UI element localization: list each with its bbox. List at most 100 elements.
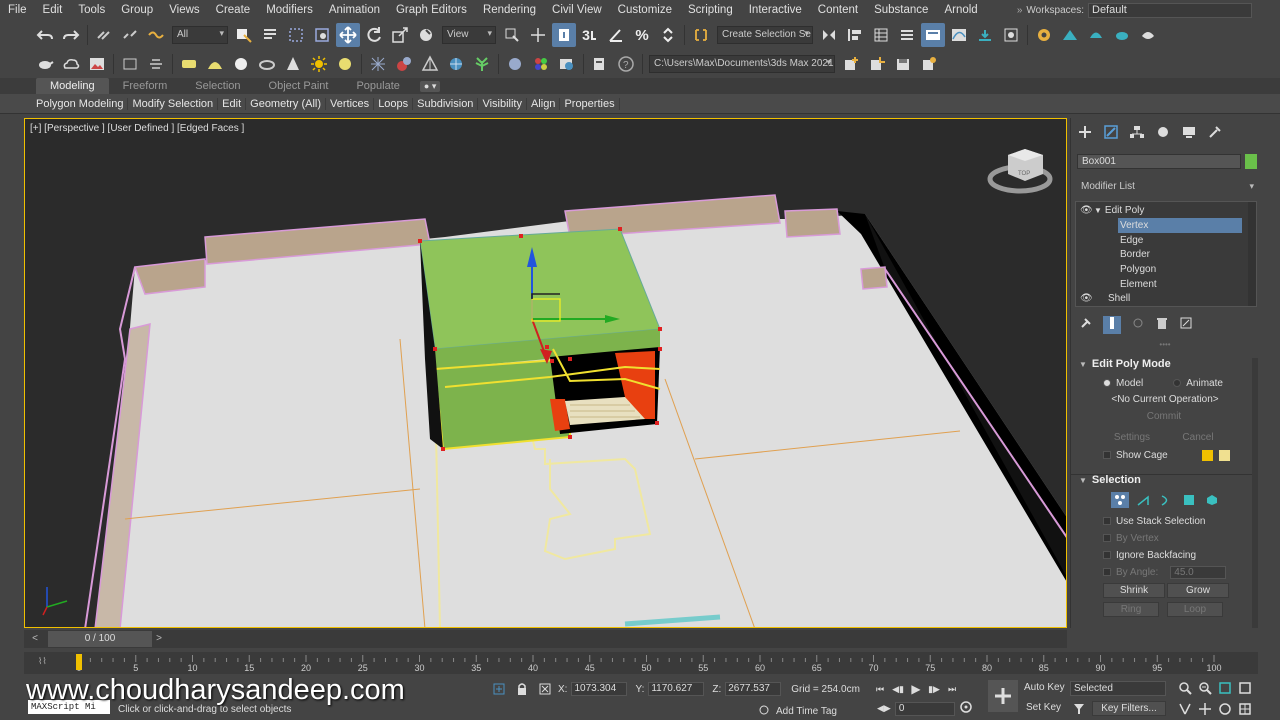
tab-populate[interactable]: Populate xyxy=(342,78,413,94)
save-project-icon[interactable] xyxy=(891,52,915,76)
menu-interactive[interactable]: Interactive xyxy=(741,4,810,16)
menu-file[interactable]: File xyxy=(0,4,35,16)
undo-icon[interactable] xyxy=(33,23,57,47)
menu-civil-view[interactable]: Civil View xyxy=(544,4,610,16)
edge-level-icon[interactable] xyxy=(1134,492,1152,508)
expand-triangle-icon[interactable]: ▼ xyxy=(1094,206,1102,215)
go-to-start-icon[interactable]: ⏮ xyxy=(873,682,887,696)
show-end-result-icon[interactable] xyxy=(1103,316,1121,334)
render-in-cloud-icon[interactable] xyxy=(1110,23,1134,47)
render-setup-icon[interactable] xyxy=(1032,23,1056,47)
link-icon[interactable] xyxy=(92,23,116,47)
menu-group[interactable]: Group xyxy=(113,4,161,16)
zoom-icon[interactable] xyxy=(1178,681,1198,698)
pin-stack-icon[interactable] xyxy=(1079,316,1093,334)
grow-button[interactable]: Grow xyxy=(1167,583,1229,598)
menu-modifiers[interactable]: Modifiers xyxy=(258,4,321,16)
project-settings-icon[interactable] xyxy=(917,52,941,76)
keyboard-shortcut-override-icon[interactable] xyxy=(552,23,576,47)
ribbon-options-icon[interactable]: ● ▾ xyxy=(419,80,441,92)
field-of-view-icon[interactable] xyxy=(1178,702,1198,719)
shrink-button[interactable]: Shrink xyxy=(1103,583,1165,598)
foliage-icon[interactable] xyxy=(470,52,494,76)
stack-scrollbar[interactable] xyxy=(1248,202,1256,306)
render-preview-icon[interactable] xyxy=(555,52,579,76)
menu-arnold[interactable]: Arnold xyxy=(936,4,985,16)
cloud-icon[interactable] xyxy=(59,52,83,76)
stack-item-polygon[interactable]: Polygon xyxy=(1118,262,1242,277)
angle-snap-icon[interactable] xyxy=(604,23,628,47)
time-configuration-icon[interactable] xyxy=(959,700,973,717)
element-level-icon[interactable] xyxy=(1203,492,1221,508)
settings-button[interactable]: Settings xyxy=(1101,431,1163,446)
geosphere-icon[interactable] xyxy=(444,52,468,76)
menu-customize[interactable]: Customize xyxy=(610,4,680,16)
wall-segment[interactable] xyxy=(784,208,841,238)
sky-dome-icon[interactable] xyxy=(333,52,357,76)
edit-poly-box-top[interactable] xyxy=(419,228,661,350)
viewcube-icon[interactable]: TOP xyxy=(987,149,1053,194)
stack-item-border[interactable]: Border xyxy=(1118,247,1242,262)
toggle-layer-explorer-icon[interactable] xyxy=(895,23,919,47)
cage-selected-color-swatch[interactable] xyxy=(1218,450,1230,461)
display-tab-icon[interactable] xyxy=(1181,124,1197,144)
previous-frame-icon[interactable]: ◀▮ xyxy=(891,682,905,696)
rollout-header[interactable]: ▼ Edit Poly Mode xyxy=(1079,358,1258,370)
make-unique-icon[interactable] xyxy=(1131,316,1145,334)
selection-filter-dropdown[interactable]: All xyxy=(172,26,228,44)
edit-named-selection-icon[interactable] xyxy=(689,23,713,47)
mirror-icon[interactable] xyxy=(817,23,841,47)
key-filter-icon[interactable] xyxy=(1072,702,1086,719)
utilities-tab-icon[interactable] xyxy=(1207,124,1223,144)
a360-gallery-icon[interactable] xyxy=(1136,23,1160,47)
hierarchy-tab-icon[interactable] xyxy=(1129,124,1145,144)
set-key-icon[interactable] xyxy=(988,680,1018,712)
next-frame-icon[interactable]: ▮▶ xyxy=(927,682,941,696)
select-by-name-icon[interactable] xyxy=(258,23,282,47)
absolute-mode-icon[interactable] xyxy=(538,682,552,699)
sphere-primitive-icon[interactable] xyxy=(229,52,253,76)
toggle-scene-explorer-icon[interactable] xyxy=(869,23,893,47)
project-folder-dropdown[interactable]: C:\Users\Max\Documents\3ds Max 2021 xyxy=(649,54,835,73)
wall-segment[interactable] xyxy=(860,266,888,290)
redo-icon[interactable] xyxy=(59,23,83,47)
tab-object-paint[interactable]: Object Paint xyxy=(255,78,343,94)
time-tag-icon[interactable] xyxy=(758,704,770,719)
stack-item-element[interactable]: Element xyxy=(1118,277,1242,292)
key-set-dropdown[interactable]: Selected xyxy=(1070,681,1166,696)
torus-knot-icon[interactable] xyxy=(255,52,279,76)
zoom-extents-all-icon[interactable] xyxy=(1238,681,1258,698)
ribbon-geometry-all[interactable]: Geometry (All) xyxy=(246,97,327,110)
track-bar[interactable]: ⌇⌇ 0510152025303540455055606570758085909… xyxy=(24,652,1258,674)
angle-spinner[interactable]: 45.0 xyxy=(1170,566,1227,579)
ribbon-edit[interactable]: Edit xyxy=(218,97,247,110)
align-icon[interactable] xyxy=(843,23,867,47)
open-project-icon[interactable] xyxy=(865,52,889,76)
tab-modeling[interactable]: Modeling xyxy=(36,78,109,94)
hemisphere-primitive-icon[interactable] xyxy=(203,52,227,76)
maximize-viewport-icon[interactable] xyxy=(1238,702,1258,719)
material-editor-icon[interactable] xyxy=(999,23,1023,47)
place-icon[interactable] xyxy=(414,23,438,47)
ribbon-polygon-modeling[interactable]: Polygon Modeling xyxy=(32,97,129,110)
percent-snap-icon[interactable]: % xyxy=(630,23,654,47)
curve-editor-icon[interactable] xyxy=(947,23,971,47)
ribbon-vertices[interactable]: Vertices xyxy=(326,97,375,110)
menu-substance[interactable]: Substance xyxy=(866,4,936,16)
motion-tab-icon[interactable] xyxy=(1155,124,1171,144)
motion-icon[interactable] xyxy=(144,52,168,76)
cone-primitive-icon[interactable] xyxy=(281,52,305,76)
plane-primitive-icon[interactable] xyxy=(177,52,201,76)
tab-selection[interactable]: Selection xyxy=(181,78,254,94)
reference-coordinate-dropdown[interactable]: View xyxy=(442,26,496,44)
unlink-icon[interactable] xyxy=(118,23,142,47)
tetrahedron-icon[interactable] xyxy=(418,52,442,76)
ribbon-properties[interactable]: Properties xyxy=(560,97,620,110)
lock-icon[interactable] xyxy=(516,682,528,699)
window-crossing-icon[interactable] xyxy=(310,23,334,47)
key-mode-icon[interactable]: ◀▶ xyxy=(877,703,891,714)
help-icon[interactable]: ? xyxy=(614,52,638,76)
auto-key-button[interactable]: Auto Key xyxy=(1024,682,1066,696)
prev-frame-icon[interactable]: < xyxy=(28,632,42,646)
physics-icon[interactable] xyxy=(392,52,416,76)
